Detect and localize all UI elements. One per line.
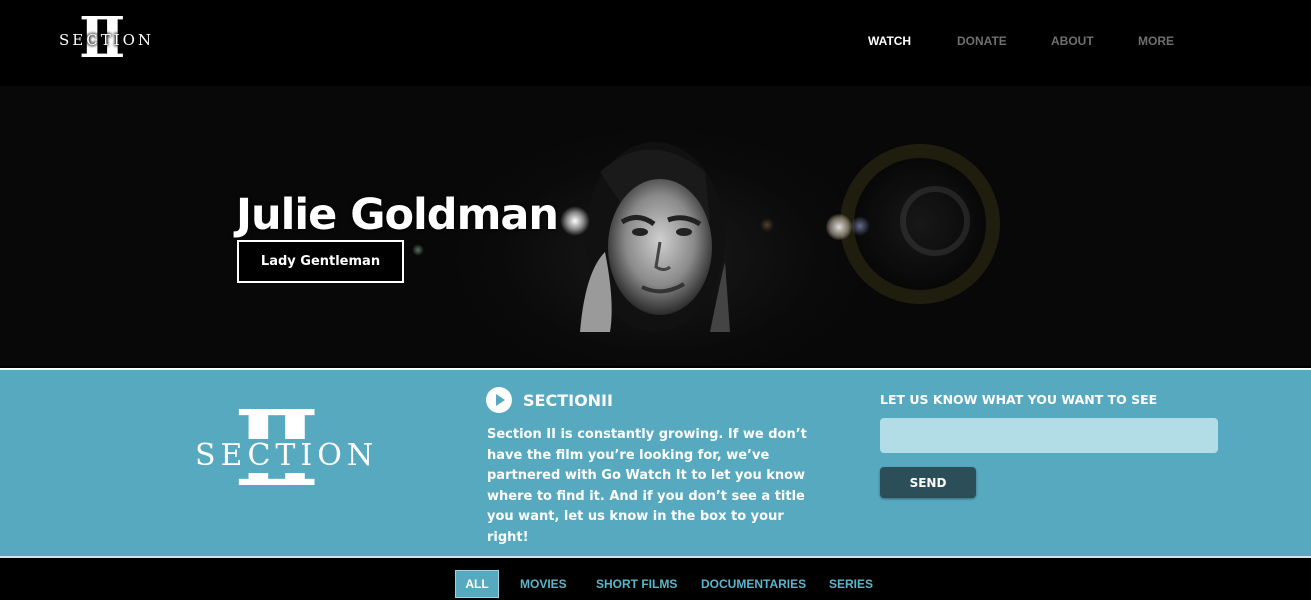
about-heading: SECTIONII (486, 387, 613, 413)
nav-donate[interactable]: DONATE (957, 34, 1007, 48)
hero-film-button[interactable]: Lady Gentleman (237, 240, 404, 283)
filter-all[interactable]: ALL (455, 570, 499, 598)
about-title: SECTIONII (523, 390, 613, 410)
filter-documentaries[interactable]: DOCUMENTARIES (701, 577, 806, 591)
about-section: II SECTION SECTIONII Section II is const… (0, 368, 1311, 558)
send-button[interactable]: SEND (880, 467, 976, 498)
hero-portrait-image (580, 142, 730, 332)
logo-wordmark: SECTION (59, 31, 155, 49)
lens-flare-ring-inner (900, 186, 970, 256)
category-filter-bar: ALL MOVIES SHORT FILMS DOCUMENTARIES SER… (0, 560, 1311, 600)
site-header: II SECTION WATCH DONATE ABOUT MORE (0, 0, 1311, 86)
lens-flare-dot (826, 214, 852, 240)
lens-flare-dot (412, 244, 424, 256)
filter-movies[interactable]: MOVIES (520, 577, 567, 591)
lens-flare-dot (850, 216, 870, 236)
hero-title: Julie Goldman (236, 190, 559, 240)
about-description: Section II is constantly growing. If we … (487, 427, 807, 545)
nav-more[interactable]: MORE (1138, 34, 1174, 48)
filter-short-films[interactable]: SHORT FILMS (596, 577, 677, 591)
section-ii-logo: II SECTION (190, 397, 382, 505)
logo-wordmark: SECTION (192, 439, 382, 473)
nav-about[interactable]: ABOUT (1051, 34, 1094, 48)
hero-banner: Julie Goldman Lady Gentleman (0, 86, 1311, 366)
request-input[interactable] (880, 418, 1218, 453)
nav-watch[interactable]: WATCH (868, 34, 911, 48)
lens-flare-bright (560, 206, 590, 236)
request-label: LET US KNOW WHAT YOU WANT TO SEE (880, 392, 1158, 407)
filter-series[interactable]: SERIES (829, 577, 873, 591)
site-logo[interactable]: II SECTION (57, 10, 157, 66)
lens-flare-dot (760, 218, 774, 232)
play-icon (486, 387, 512, 413)
